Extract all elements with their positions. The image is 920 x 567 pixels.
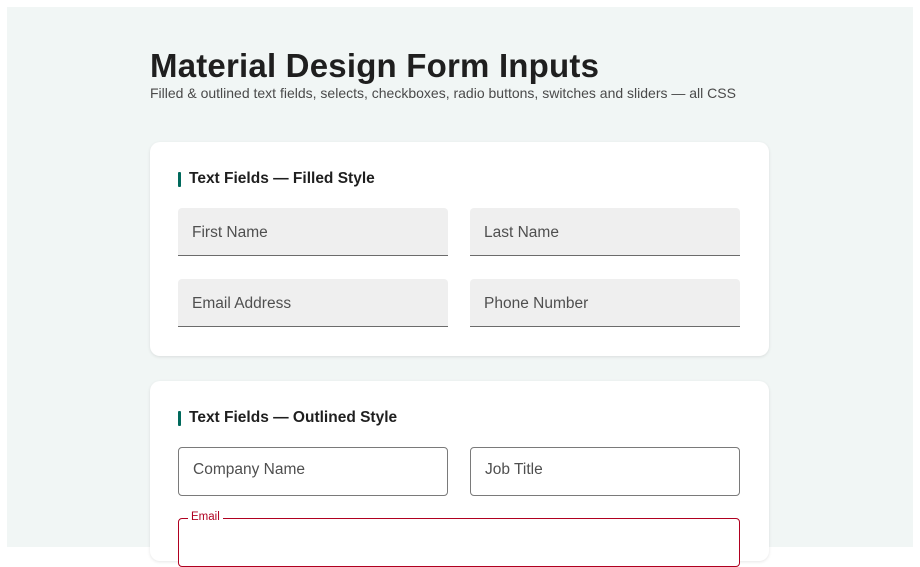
- page-subtitle: Filled & outlined text fields, selects, …: [150, 85, 736, 101]
- company-name-field[interactable]: Company Name: [178, 447, 448, 496]
- first-name-field[interactable]: First Name: [178, 208, 448, 256]
- email-address-field[interactable]: Email Address: [178, 279, 448, 327]
- section-header-filled: Text Fields — Filled Style: [178, 170, 375, 188]
- filled-fields-card: Text Fields — Filled Style First Name La…: [150, 142, 769, 356]
- section-accent-bar: [178, 410, 181, 426]
- email-address-placeholder: Email Address: [192, 295, 292, 312]
- section-header-outlined: Text Fields — Outlined Style: [178, 409, 397, 427]
- phone-number-placeholder: Phone Number: [484, 295, 589, 312]
- email-outlined-field[interactable]: Email: [178, 511, 740, 567]
- section-title-outlined: Text Fields — Outlined Style: [189, 409, 398, 426]
- last-name-field[interactable]: Last Name: [470, 208, 740, 256]
- phone-number-field[interactable]: Phone Number: [470, 279, 740, 327]
- email-floating-label: Email: [188, 511, 223, 525]
- job-title-field[interactable]: Job Title: [470, 447, 740, 496]
- first-name-placeholder: First Name: [192, 224, 268, 241]
- section-accent-bar: [178, 171, 181, 187]
- section-title-filled: Text Fields — Filled Style: [189, 170, 375, 187]
- page-background: Material Design Form Inputs Filled & out…: [7, 7, 913, 567]
- outlined-fields-card: Text Fields — Outlined Style Company Nam…: [150, 381, 769, 567]
- last-name-placeholder: Last Name: [484, 224, 559, 241]
- job-title-placeholder: Job Title: [485, 461, 543, 478]
- page-title: Material Design Form Inputs: [150, 47, 600, 84]
- company-name-placeholder: Company Name: [193, 461, 305, 478]
